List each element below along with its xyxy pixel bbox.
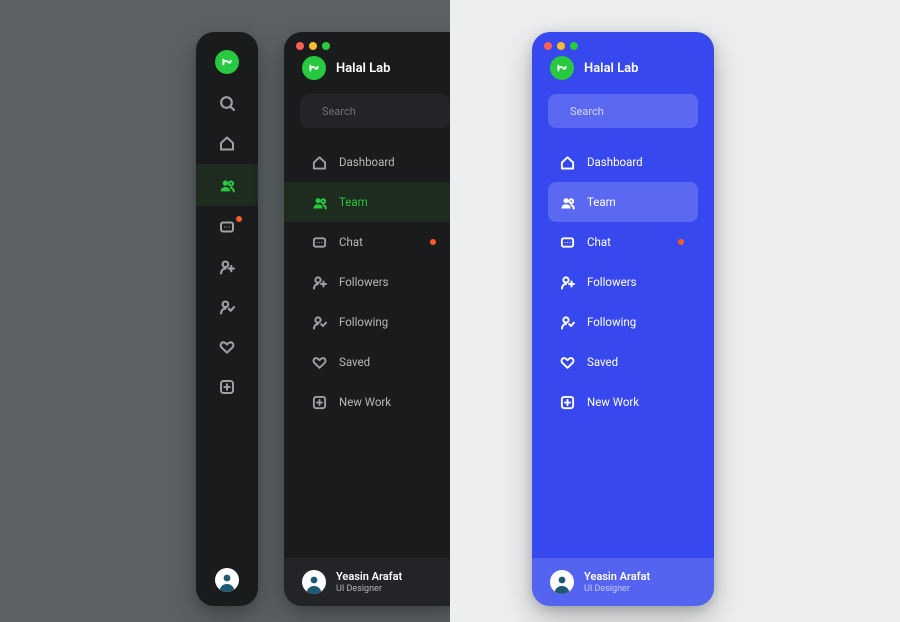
brand[interactable]: Halal Lab bbox=[284, 50, 466, 94]
search-input[interactable] bbox=[570, 105, 710, 118]
nav-item-following[interactable] bbox=[208, 288, 246, 326]
followers-icon bbox=[560, 275, 575, 290]
nav-item-dashboard[interactable]: Dashboard bbox=[300, 142, 450, 182]
nav-item-saved[interactable]: Saved bbox=[548, 342, 698, 382]
nav-item-newwork[interactable]: New Work bbox=[300, 382, 450, 422]
nav-label: Team bbox=[587, 195, 616, 209]
nav-item-followers[interactable]: Followers bbox=[300, 262, 450, 302]
brand-logo-icon bbox=[302, 56, 326, 80]
avatar bbox=[550, 570, 574, 594]
search-input[interactable] bbox=[322, 105, 462, 118]
nav-item-dashboard[interactable]: Dashboard bbox=[548, 142, 698, 182]
home-icon bbox=[312, 155, 327, 170]
sidebar-blue: Halal Lab Dashboard Team Chat Followers … bbox=[532, 32, 714, 606]
nav-label: Dashboard bbox=[339, 155, 395, 169]
nav-label: New Work bbox=[587, 395, 639, 409]
nav-label: Team bbox=[339, 195, 368, 209]
nav-label: Followers bbox=[587, 275, 637, 289]
chat-icon bbox=[219, 219, 235, 235]
nav-item-team[interactable] bbox=[196, 164, 258, 206]
chat-icon bbox=[560, 235, 575, 250]
search-field[interactable] bbox=[300, 94, 450, 128]
nav-list: Dashboard Team Chat Followers Following … bbox=[284, 138, 466, 558]
brand-logo-icon bbox=[550, 56, 574, 80]
user-footer[interactable]: Yeasin Arafat UI Designer bbox=[532, 558, 714, 606]
sidebar-collapsed bbox=[196, 32, 258, 606]
team-icon bbox=[560, 195, 575, 210]
nav-item-following[interactable]: Following bbox=[300, 302, 450, 342]
brand-logo-icon[interactable] bbox=[215, 50, 239, 74]
traffic-lights bbox=[532, 32, 714, 50]
search-button[interactable] bbox=[208, 84, 246, 122]
user-footer[interactable]: Yeasin Arafat UI Designer bbox=[284, 558, 466, 606]
zoom-icon[interactable] bbox=[322, 42, 330, 50]
nav-item-followers[interactable] bbox=[208, 248, 246, 286]
nav-label: Following bbox=[587, 315, 636, 329]
user-role: UI Designer bbox=[584, 584, 650, 594]
close-icon[interactable] bbox=[296, 42, 304, 50]
team-icon bbox=[312, 195, 327, 210]
close-icon[interactable] bbox=[544, 42, 552, 50]
avatar bbox=[215, 568, 239, 592]
brand-name: Halal Lab bbox=[336, 61, 390, 76]
nav-label: Chat bbox=[587, 235, 611, 249]
plus-square-icon bbox=[312, 395, 327, 410]
nav-item-newwork[interactable]: New Work bbox=[548, 382, 698, 422]
nav-list: Dashboard Team Chat Followers Following … bbox=[532, 138, 714, 558]
heart-icon bbox=[312, 355, 327, 370]
notification-badge bbox=[678, 239, 684, 245]
followers-icon bbox=[312, 275, 327, 290]
nav-item-following[interactable]: Following bbox=[548, 302, 698, 342]
nav-label: Saved bbox=[339, 355, 370, 369]
user-name: Yeasin Arafat bbox=[584, 570, 650, 583]
nav-label: New Work bbox=[339, 395, 391, 409]
user-name: Yeasin Arafat bbox=[336, 570, 402, 583]
notification-badge bbox=[430, 239, 436, 245]
nav-item-team[interactable]: Team bbox=[284, 182, 466, 222]
plus-square-icon bbox=[560, 395, 575, 410]
following-icon bbox=[219, 299, 235, 315]
search-icon bbox=[219, 95, 235, 111]
nav-item-followers[interactable]: Followers bbox=[548, 262, 698, 302]
chat-icon bbox=[312, 235, 327, 250]
nav-item-chat[interactable] bbox=[208, 208, 246, 246]
nav-label: Dashboard bbox=[587, 155, 643, 169]
avatar bbox=[302, 570, 326, 594]
nav-label: Saved bbox=[587, 355, 618, 369]
followers-icon bbox=[219, 259, 235, 275]
notification-badge bbox=[236, 216, 242, 222]
home-icon bbox=[560, 155, 575, 170]
plus-square-icon bbox=[219, 379, 235, 395]
brand-name: Halal Lab bbox=[584, 61, 638, 76]
nav-label: Chat bbox=[339, 235, 363, 249]
nav-item-newwork[interactable] bbox=[208, 368, 246, 406]
nav-item-team[interactable]: Team bbox=[548, 182, 698, 222]
search-field[interactable] bbox=[548, 94, 698, 128]
user-role: UI Designer bbox=[336, 584, 402, 594]
nav-label: Followers bbox=[339, 275, 389, 289]
nav-item-dashboard[interactable] bbox=[208, 124, 246, 162]
sidebar-dark: Halal Lab Dashboard Team Chat Followers … bbox=[284, 32, 466, 606]
brand[interactable]: Halal Lab bbox=[532, 50, 714, 94]
nav-item-chat[interactable]: Chat bbox=[300, 222, 450, 262]
traffic-lights bbox=[284, 32, 466, 50]
minimize-icon[interactable] bbox=[557, 42, 565, 50]
heart-icon bbox=[560, 355, 575, 370]
following-icon bbox=[312, 315, 327, 330]
heart-icon bbox=[219, 339, 235, 355]
nav-label: Following bbox=[339, 315, 388, 329]
nav-list-collapsed bbox=[196, 84, 258, 406]
home-icon bbox=[219, 135, 235, 151]
nav-item-saved[interactable]: Saved bbox=[300, 342, 450, 382]
minimize-icon[interactable] bbox=[309, 42, 317, 50]
nav-item-chat[interactable]: Chat bbox=[548, 222, 698, 262]
following-icon bbox=[560, 315, 575, 330]
user-footer[interactable] bbox=[215, 554, 239, 606]
team-icon bbox=[219, 177, 235, 193]
zoom-icon[interactable] bbox=[570, 42, 578, 50]
nav-item-saved[interactable] bbox=[208, 328, 246, 366]
